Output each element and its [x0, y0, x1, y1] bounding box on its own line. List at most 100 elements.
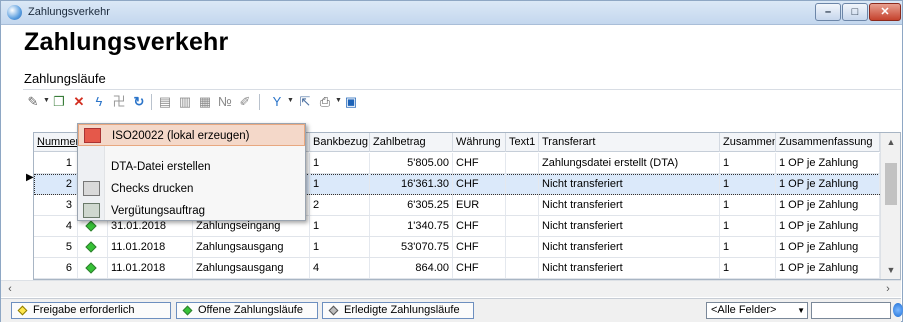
cell-zahlbetrag: 5'805.00: [370, 153, 453, 173]
maximize-icon: □: [851, 6, 859, 18]
wand-icon[interactable]: ✎: [25, 94, 41, 110]
scroll-left-icon[interactable]: ‹: [3, 281, 17, 298]
column-header-nummer[interactable]: Nummer: [34, 133, 78, 152]
menu-item-dta[interactable]: DTA-Datei erstellen: [78, 156, 305, 178]
split-icon[interactable]: 卍: [111, 94, 127, 110]
table-row[interactable]: 5 11.01.2018 Zahlungsausgang 1 53'070.75…: [34, 237, 880, 258]
field-select[interactable]: <Alle Felder> ▼: [706, 302, 808, 319]
toolbar: ✎ ▼ ❐ ✕ ϟ 卍 ↻ ▤ ▥ ▦ № ✐ Y ▼ ⇱ ⎙ ▼ ▣: [23, 89, 901, 113]
delete-icon[interactable]: ✕: [71, 94, 87, 110]
cell-zusammenfassung: 1 OP je Zahlung: [776, 174, 880, 194]
app-icon: [7, 5, 22, 20]
cell-transferart: Nicht transferiert: [539, 195, 720, 215]
title-bar[interactable]: Zahlungsverkehr – □ ✕: [1, 1, 902, 25]
cell-text1: [506, 153, 539, 173]
status-diamond-icon: [85, 262, 97, 274]
number-icon[interactable]: №: [217, 94, 233, 110]
cell-art: Zahlungsausgang: [193, 258, 310, 278]
app-window: Zahlungsverkehr – □ ✕ Zahlungsverkehr Za…: [0, 0, 903, 322]
close-button[interactable]: ✕: [869, 3, 901, 21]
menu-item-verguetung-label: Vergütungsauftrag: [111, 205, 205, 217]
chevron-down-icon[interactable]: ▼: [43, 97, 50, 104]
scroll-up-icon[interactable]: ▲: [881, 135, 900, 149]
filter-freigabe-label: Freigabe erforderlich: [33, 304, 135, 316]
cell-nummer: 2: [34, 174, 78, 194]
print-icon[interactable]: ⎙: [317, 94, 333, 110]
cell-zahlbetrag: 53'070.75: [370, 237, 453, 257]
cell-waehrung: CHF: [453, 237, 506, 257]
horizontal-scrollbar[interactable]: ‹ ›: [1, 280, 901, 297]
search-input[interactable]: [811, 302, 891, 319]
filter-offene-button[interactable]: Offene Zahlungsläufe: [176, 302, 318, 319]
cell-text1: [506, 174, 539, 194]
column-header-waehrung[interactable]: Währung: [453, 133, 506, 152]
yellow-diamond-icon: [17, 305, 28, 316]
cell-transferart: Nicht transferiert: [539, 174, 720, 194]
scroll-thumb[interactable]: [885, 163, 897, 205]
cell-nummer: 6: [34, 258, 78, 278]
cell-zusammenfa: 1: [720, 216, 776, 236]
cell-bankbezug: 1: [310, 174, 370, 194]
chevron-down-icon[interactable]: ▼: [335, 97, 342, 104]
scroll-down-icon[interactable]: ▼: [881, 263, 900, 277]
export-icon[interactable]: ⇱: [297, 94, 313, 110]
menu-item-verguetung[interactable]: Vergütungsauftrag: [78, 200, 305, 222]
window-title: Zahlungsverkehr: [28, 6, 110, 18]
gray-diamond-icon: [328, 305, 339, 316]
column-header-text1[interactable]: Text1: [506, 133, 539, 152]
filter-freigabe-button[interactable]: Freigabe erforderlich: [11, 302, 171, 319]
cell-zahlbetrag: 864.00: [370, 258, 453, 278]
vertical-scrollbar[interactable]: ▲ ▼: [880, 133, 900, 279]
maximize-button[interactable]: □: [842, 3, 868, 21]
cell-waehrung: CHF: [453, 258, 506, 278]
cell-zusammenfassung: 1 OP je Zahlung: [776, 258, 880, 278]
cell-transferart: Nicht transferiert: [539, 216, 720, 236]
cell-zahlbetrag: 1'340.75: [370, 216, 453, 236]
cell-waehrung: CHF: [453, 174, 506, 194]
chevron-down-icon[interactable]: ▼: [287, 97, 294, 104]
chevron-down-icon[interactable]: ▼: [797, 303, 805, 318]
report2-icon[interactable]: ▥: [177, 94, 193, 110]
edit-icon[interactable]: ✐: [237, 94, 253, 110]
cell-bankbezug: 1: [310, 153, 370, 173]
green-diamond-icon: [182, 305, 193, 316]
save-icon[interactable]: ▣: [343, 94, 359, 110]
report-icon[interactable]: ▤: [157, 94, 173, 110]
copy-icon[interactable]: ❐: [51, 94, 67, 110]
row-pointer-icon: ▶: [26, 172, 34, 183]
report3-icon[interactable]: ▦: [197, 94, 213, 110]
cell-waehrung: CHF: [453, 153, 506, 173]
cell-zahlbetrag: 16'361.30: [370, 174, 453, 194]
cell-zusammenfassung: 1 OP je Zahlung: [776, 195, 880, 215]
cell-nummer: 3: [34, 195, 78, 215]
search-icon[interactable]: [893, 303, 903, 317]
table-row[interactable]: 6 11.01.2018 Zahlungsausgang 4 864.00 CH…: [34, 258, 880, 279]
iso-file-icon: [84, 128, 101, 143]
filter-erledigte-button[interactable]: Erledigte Zahlungsläufe: [322, 302, 474, 319]
refresh-icon[interactable]: ↻: [131, 94, 147, 110]
cell-bankbezug: 4: [310, 258, 370, 278]
column-header-zahlbetrag[interactable]: Zahlbetrag: [370, 133, 453, 152]
lightning-icon[interactable]: ϟ: [91, 94, 107, 110]
menu-item-checks-label: Checks drucken: [111, 183, 194, 195]
column-header-zusammenfassung[interactable]: Zusammenfassung: [776, 133, 880, 152]
filter-offene-label: Offene Zahlungsläufe: [198, 304, 303, 316]
minimize-button[interactable]: –: [815, 3, 841, 21]
cell-datum: 11.01.2018: [108, 258, 193, 278]
cell-nummer: 1: [34, 153, 78, 173]
column-header-bankbezug[interactable]: Bankbezug: [310, 133, 370, 152]
menu-item-checks[interactable]: Checks drucken: [78, 178, 305, 200]
filter-icon[interactable]: Y: [269, 94, 285, 110]
scroll-right-icon[interactable]: ›: [881, 281, 895, 298]
column-header-transferart[interactable]: Transferart: [539, 133, 720, 152]
cell-bankbezug: 1: [310, 216, 370, 236]
cell-text1: [506, 258, 539, 278]
printer-icon: [83, 181, 100, 196]
context-menu: ISO20022 (lokal erzeugen) DTA-Datei erst…: [77, 123, 306, 221]
cell-text1: [506, 237, 539, 257]
field-select-value: <Alle Felder>: [711, 304, 777, 316]
column-header-zusammenfa[interactable]: Zusammenfa: [720, 133, 776, 152]
status-diamond-icon: [85, 241, 97, 253]
page-subtitle: Zahlungsläufe: [24, 71, 106, 86]
menu-item-iso20022[interactable]: ISO20022 (lokal erzeugen): [78, 124, 305, 146]
